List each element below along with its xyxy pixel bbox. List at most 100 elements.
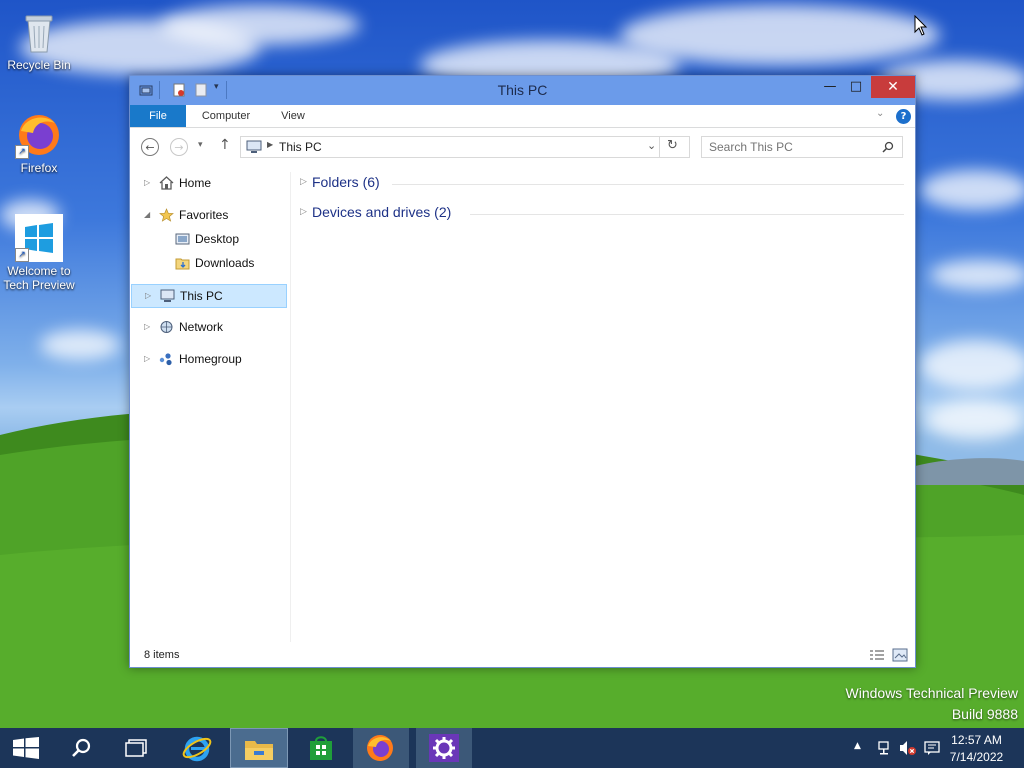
tree-item-label: Desktop — [195, 232, 240, 246]
up-arrow-icon[interactable]: ↑ — [219, 137, 231, 153]
address-bar[interactable]: ▶ This PC ⌄ ↻ — [240, 136, 690, 158]
status-bar: 8 items — [130, 646, 915, 666]
minimize-button[interactable]: — — [819, 76, 841, 98]
group-expand-arrow-icon[interactable]: ▷ — [300, 207, 307, 217]
expand-arrow-icon[interactable]: ▷ — [145, 285, 157, 307]
windows-logo-icon — [13, 737, 39, 759]
group-folders[interactable]: ▷ Folders (6) — [300, 174, 910, 198]
address-dropdown-chevron-icon[interactable]: ⌄ — [647, 139, 656, 152]
search-icon — [72, 738, 91, 757]
tree-item-label: Downloads — [195, 256, 255, 270]
group-expand-arrow-icon[interactable]: ▷ — [300, 177, 307, 187]
group-divider — [392, 184, 904, 185]
firefox-icon — [367, 735, 393, 761]
tab-view[interactable]: View — [270, 105, 316, 127]
tree-item-network[interactable]: ▷ Network — [130, 316, 290, 340]
expand-arrow-icon[interactable]: ▷ — [144, 316, 156, 338]
internet-explorer-icon — [182, 736, 212, 762]
desktop-icon-label: Firefox — [20, 161, 58, 175]
desktop-icon-recycle-bin[interactable]: Recycle Bin — [2, 8, 76, 72]
window-title: This PC — [497, 82, 548, 98]
tab-file[interactable]: File — [130, 105, 186, 127]
task-view-icon — [125, 739, 147, 757]
breadcrumb-separator-icon[interactable]: ▶ — [267, 140, 273, 149]
ribbon-tabs: File Computer View ⌄ ? — [130, 105, 915, 128]
homegroup-icon — [159, 353, 172, 366]
tree-item-desktop[interactable]: Desktop — [130, 228, 290, 252]
explorer-window: ▾ This PC — □ ✕ File Computer View ⌄ ? ←… — [129, 75, 916, 668]
store-button[interactable] — [293, 728, 349, 768]
clock-date[interactable]: 7/14/2022 — [944, 750, 1009, 764]
back-button[interactable]: ← — [141, 138, 159, 156]
computer-icon — [246, 140, 262, 153]
watermark-line1: Windows Technical Preview — [845, 685, 1018, 701]
tab-computer[interactable]: Computer — [192, 105, 260, 127]
title-bar[interactable]: ▾ This PC — □ ✕ — [130, 76, 915, 105]
file-explorer-icon — [245, 741, 273, 760]
group-devices-and-drives[interactable]: ▷ Devices and drives (2) — [300, 204, 910, 228]
volume-muted-icon[interactable] — [899, 740, 917, 756]
close-button[interactable]: ✕ — [871, 76, 915, 98]
shortcut-arrow-icon: ↗ — [15, 145, 29, 159]
group-header-label: Folders (6) — [312, 174, 380, 190]
item-count: 8 items — [144, 649, 180, 661]
navigation-pane: ▷ Home ◢ Favorites Desktop Downloads ▷ T… — [130, 172, 291, 642]
collapse-arrow-icon[interactable]: ◢ — [144, 204, 156, 226]
star-icon — [159, 208, 174, 222]
tree-item-homegroup[interactable]: ▷ Homegroup — [130, 348, 290, 372]
file-explorer-button[interactable] — [230, 728, 288, 768]
windows-logo-icon: ↗ — [15, 214, 63, 262]
refresh-icon[interactable]: ↻ — [667, 138, 678, 153]
action-center-icon[interactable] — [924, 741, 940, 755]
network-icon — [160, 321, 173, 333]
firefox-taskbar-button[interactable] — [353, 728, 409, 768]
recent-locations-chevron-icon[interactable]: ▾ — [198, 140, 203, 150]
help-icon[interactable]: ? — [896, 109, 911, 124]
maximize-button[interactable]: □ — [845, 76, 867, 98]
downloads-folder-icon — [175, 258, 190, 270]
internet-explorer-button[interactable] — [169, 728, 225, 768]
network-status-icon[interactable] — [877, 740, 893, 756]
computer-icon — [160, 289, 175, 302]
expand-ribbon-chevron-icon[interactable]: ⌄ — [876, 108, 884, 119]
separator — [659, 137, 660, 157]
settings-taskbar-button[interactable] — [416, 728, 472, 768]
tree-item-label: Home — [179, 176, 212, 190]
desktop-icon-welcome[interactable]: ↗ Welcome to Tech Preview — [2, 214, 76, 292]
search-box[interactable] — [701, 136, 903, 158]
watermark-line2: Build 9888 — [951, 706, 1018, 722]
breadcrumb-this-pc[interactable]: This PC — [279, 140, 322, 154]
desktop-icon-label: Welcome to Tech Preview — [3, 264, 75, 292]
taskbar: ▲ 12:57 AM 7/14/2022 — [0, 728, 1024, 768]
tree-item-home[interactable]: ▷ Home — [130, 172, 290, 196]
navigation-bar: ← → ▾ ↑ ▶ This PC ⌄ ↻ — [130, 128, 915, 164]
shortcut-arrow-icon: ↗ — [15, 248, 29, 262]
group-header-label: Devices and drives (2) — [312, 204, 452, 220]
tree-item-this-pc[interactable]: ▷ This PC — [131, 284, 287, 308]
search-icon — [882, 141, 894, 153]
search-input[interactable] — [709, 140, 874, 154]
show-hidden-icons-chevron-icon[interactable]: ▲ — [854, 741, 861, 751]
forward-button[interactable]: → — [170, 138, 188, 156]
tree-item-label: Favorites — [179, 208, 229, 222]
tree-item-label: Network — [179, 320, 224, 334]
tree-item-favorites[interactable]: ◢ Favorites — [130, 204, 290, 228]
expand-arrow-icon[interactable]: ▷ — [144, 172, 156, 194]
search-button[interactable] — [54, 728, 110, 768]
system-tray: ▲ 12:57 AM 7/14/2022 — [844, 728, 1024, 768]
tree-item-label: This PC — [180, 289, 223, 303]
home-icon — [159, 176, 174, 190]
desktop-folder-icon — [175, 233, 190, 245]
recycle-bin-icon — [15, 8, 63, 56]
task-view-button[interactable] — [108, 728, 164, 768]
large-icons-view-icon[interactable] — [892, 648, 908, 662]
store-icon — [310, 736, 332, 760]
desktop-icon-label: Recycle Bin — [7, 58, 71, 72]
start-button[interactable] — [0, 728, 56, 768]
desktop-icon-firefox[interactable]: ↗ Firefox — [2, 111, 76, 175]
clock-time[interactable]: 12:57 AM — [944, 733, 1009, 747]
expand-arrow-icon[interactable]: ▷ — [144, 348, 156, 370]
details-view-icon[interactable] — [869, 649, 885, 662]
tree-item-downloads[interactable]: Downloads — [130, 252, 290, 276]
os-watermark: Windows Technical Preview Build 9888 — [846, 683, 1018, 725]
